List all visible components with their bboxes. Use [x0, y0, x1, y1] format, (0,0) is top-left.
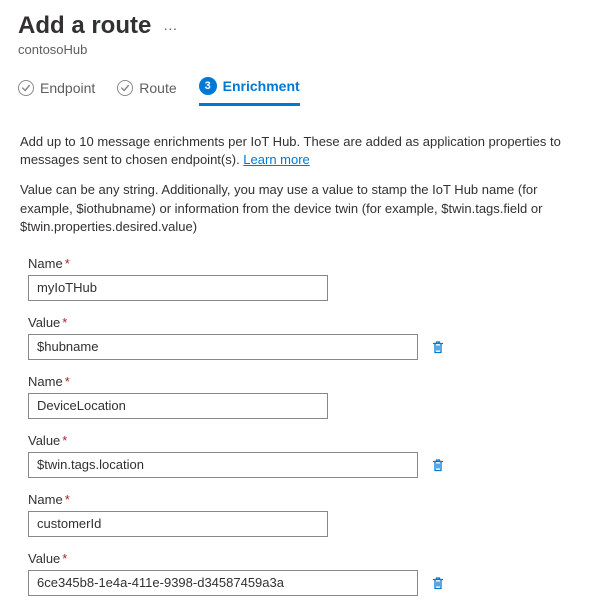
tab-label: Route	[139, 80, 176, 96]
value-label: Value*	[28, 433, 588, 448]
enrichment-name-input[interactable]	[28, 275, 328, 301]
value-label: Value*	[28, 315, 588, 330]
more-icon[interactable]: ···	[163, 14, 177, 36]
value-label: Value*	[28, 551, 588, 566]
page-title: Add a route	[18, 12, 151, 40]
enrichment-value-input[interactable]	[28, 452, 418, 478]
description-2: Value can be any string. Additionally, y…	[20, 181, 588, 236]
tab-enrichment[interactable]: 3 Enrichment	[199, 77, 300, 106]
check-icon	[117, 80, 133, 96]
name-label: Name*	[28, 256, 588, 271]
name-label: Name*	[28, 492, 588, 507]
tab-endpoint[interactable]: Endpoint	[18, 80, 95, 104]
tab-route[interactable]: Route	[117, 80, 176, 104]
delete-icon[interactable]	[428, 573, 448, 593]
enrichment-name-input[interactable]	[28, 393, 328, 419]
hub-name: contosoHub	[18, 42, 592, 57]
delete-icon[interactable]	[428, 337, 448, 357]
step-number-icon: 3	[199, 77, 217, 95]
enrichment-value-input[interactable]	[28, 334, 418, 360]
tab-label: Enrichment	[223, 78, 300, 94]
enrichments-form: Name* Value* Name* Value* Name* Value*	[20, 256, 588, 596]
delete-icon[interactable]	[428, 455, 448, 475]
learn-more-link[interactable]: Learn more	[243, 152, 309, 167]
tab-label: Endpoint	[40, 80, 95, 96]
description-1: Add up to 10 message enrichments per IoT…	[20, 133, 588, 169]
enrichment-name-input[interactable]	[28, 511, 328, 537]
enrichment-value-input[interactable]	[28, 570, 418, 596]
wizard-tabs: Endpoint Route 3 Enrichment	[18, 77, 592, 107]
name-label: Name*	[28, 374, 588, 389]
check-icon	[18, 80, 34, 96]
